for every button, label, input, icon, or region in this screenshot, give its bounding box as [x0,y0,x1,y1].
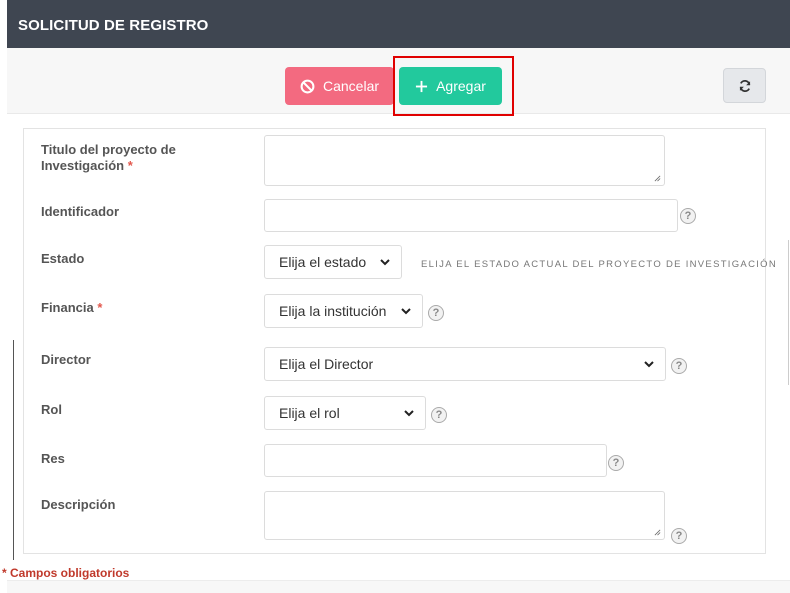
help-icon[interactable]: ? [680,208,696,224]
help-icon[interactable]: ? [431,407,447,423]
chevron-down-icon [380,259,390,266]
identificador-input[interactable] [264,199,678,232]
resize-grip-icon [654,529,661,536]
page-title: SOLICITUD DE REGISTRO [18,17,209,34]
highlight-box [393,56,514,116]
chevron-down-icon [404,410,414,417]
titulo-textarea[interactable] [264,135,665,186]
toolbar: Cancelar Agregar [7,48,790,116]
descripcion-label: Descripción [41,497,116,512]
estado-select[interactable]: Elija el estado [264,245,402,279]
refresh-button[interactable] [723,68,766,103]
right-divider [788,240,789,385]
financia-select[interactable]: Elija la institución [264,294,423,328]
required-fields-note: * Campos obligatorios [2,566,130,580]
help-icon[interactable]: ? [671,528,687,544]
page-header: SOLICITUD DE REGISTRO [7,0,790,48]
refresh-icon [739,79,750,92]
rol-select[interactable]: Elija el rol [264,396,426,430]
identificador-label: Identificador [41,204,120,219]
cancel-button[interactable]: Cancelar [285,67,394,105]
director-label: Director [41,352,91,367]
bottom-bar [7,580,790,593]
help-icon[interactable]: ? [671,358,687,374]
res-label: Res [41,451,65,466]
ban-icon [300,79,315,93]
chevron-down-icon [401,308,411,315]
res-input[interactable] [264,444,607,477]
titulo-label: Titulo del proyecto de Investigación * [41,142,176,173]
estado-label: Estado [41,251,85,266]
resize-grip-icon [654,175,661,182]
help-icon[interactable]: ? [608,455,624,471]
cancel-label: Cancelar [322,78,380,94]
descripcion-textarea[interactable] [264,491,665,540]
rol-label: Rol [41,402,62,417]
left-divider [13,340,14,560]
help-icon[interactable]: ? [428,305,444,321]
director-select[interactable]: Elija el Director [264,347,666,381]
chevron-down-icon [644,361,654,368]
financia-label: Financia * [41,300,103,315]
estado-hint: ELIJA EL ESTADO ACTUAL DEL PROYECTO DE I… [421,259,778,270]
